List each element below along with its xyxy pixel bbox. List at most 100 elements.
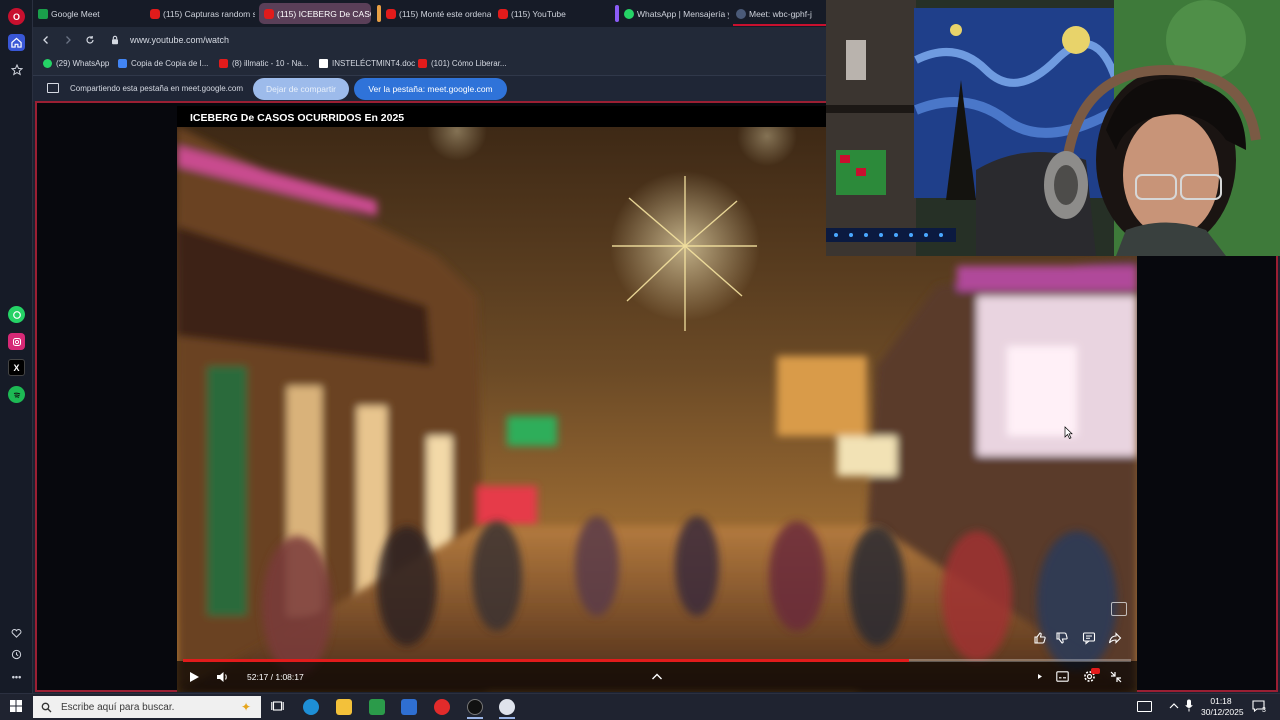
comments-icon[interactable] — [1082, 631, 1096, 645]
obs-icon[interactable] — [467, 699, 483, 715]
bookmark-doc[interactable]: INSTELÉCTMINT4.doc — [319, 59, 415, 68]
youtube-icon — [264, 8, 274, 19]
running-indicator — [499, 717, 515, 719]
chevron-up-tray-icon[interactable] — [1169, 702, 1179, 710]
bookmark-liberar[interactable]: (101) Cómo Liberar... — [418, 59, 507, 68]
google-meet-icon — [38, 8, 48, 19]
youtube-icon — [219, 59, 228, 68]
taskbar-search-box[interactable]: Escribe aquí para buscar. ✦ — [33, 696, 261, 718]
hd-badge — [1091, 668, 1100, 674]
whatsapp-icon — [43, 59, 52, 68]
stop-sharing-button[interactable]: Dejar de compartir — [253, 78, 349, 100]
url-text[interactable]: www.youtube.com/watch — [130, 35, 229, 45]
tab-monte[interactable]: (115) Monté este ordenad — [381, 3, 491, 24]
taskbar-clock[interactable]: 01:18 30/12/2025 — [1201, 696, 1244, 718]
tab-label: (115) Capturas random sin — [163, 8, 255, 19]
like-icon[interactable] — [1033, 631, 1047, 645]
tab-capturas[interactable]: (115) Capturas random sin — [145, 3, 255, 24]
running-indicator — [467, 717, 483, 719]
file-explorer-icon[interactable] — [336, 699, 352, 715]
play-icon[interactable] — [189, 671, 200, 683]
sharing-status-text: Compartiendo esta pestaña en meet.google… — [70, 84, 243, 93]
microphone-icon[interactable] — [1185, 699, 1193, 712]
home-icon[interactable] — [8, 34, 25, 51]
bookmark-label: Copia de Copia de I... — [131, 59, 209, 68]
chevron-up-icon[interactable] — [651, 672, 663, 681]
store-icon[interactable] — [369, 699, 385, 715]
bookmark-label: INSTELÉCTMINT4.doc — [332, 59, 416, 68]
search-icon — [41, 702, 52, 712]
tab-label: Google Meet — [51, 8, 100, 19]
star-icon[interactable] — [8, 61, 25, 78]
tab-sharing-indicator — [733, 24, 826, 26]
tab-whatsapp[interactable]: WhatsApp | Mensajería y — [619, 3, 729, 24]
screen-share-icon — [47, 83, 59, 93]
address-bar: www.youtube.com/watch — [33, 27, 826, 54]
dislike-icon[interactable] — [1055, 631, 1069, 645]
tab-google-meet[interactable]: Google Meet — [33, 3, 141, 24]
mail-icon[interactable] — [401, 699, 417, 715]
autoplay-icon[interactable] — [1036, 672, 1044, 681]
tab-iceberg[interactable]: (115) ICEBERG De CASOS × — [259, 3, 371, 24]
tab-label: Meet: wbc-gphf-j — [749, 8, 812, 19]
tab-youtube[interactable]: (115) YouTube — [493, 3, 611, 24]
whatsapp-icon[interactable] — [8, 306, 25, 323]
browser-sidebar: O X ••• — [0, 0, 33, 693]
search-placeholder: Escribe aquí para buscar. — [61, 701, 175, 713]
video-title[interactable]: ICEBERG De CASOS OCURRIDOS En 2025 — [190, 112, 404, 124]
spotify-icon[interactable] — [8, 386, 25, 403]
lock-icon[interactable] — [111, 35, 119, 45]
x-twitter-icon[interactable]: X — [8, 359, 25, 376]
progress-track[interactable] — [183, 659, 1131, 662]
bookmark-whatsapp[interactable]: (29) WhatsApp — [43, 59, 109, 68]
notification-count: 3 — [1262, 707, 1266, 714]
tab-label: (115) ICEBERG De CASOS — [277, 8, 371, 19]
whatsapp-icon — [624, 8, 634, 19]
bookmark-label: (8) illmatic - 10 - Na... — [232, 59, 309, 68]
more-icon[interactable]: ••• — [8, 668, 25, 685]
bookmark-label: (101) Cómo Liberar... — [431, 59, 507, 68]
youtube-icon — [418, 59, 427, 68]
docs-icon — [118, 59, 127, 68]
history-icon[interactable] — [8, 646, 25, 663]
document-icon — [319, 59, 328, 68]
edge-icon[interactable] — [303, 699, 319, 715]
windows-start-icon[interactable] — [10, 700, 22, 712]
volume-icon[interactable] — [216, 671, 229, 683]
subtitles-icon[interactable] — [1056, 671, 1069, 682]
youtube-icon — [386, 8, 396, 19]
channel-watermark-icon — [1111, 602, 1127, 616]
instagram-icon[interactable] — [8, 333, 25, 350]
opera-logo-icon[interactable]: O — [8, 8, 25, 25]
heart-icon[interactable] — [8, 625, 25, 642]
search-highlight-icon: ✦ — [240, 700, 251, 714]
view-tab-button[interactable]: Ver la pestaña: meet.google.com — [354, 78, 507, 100]
webcam-overlay — [826, 0, 1280, 256]
video-title-bar: ICEBERG De CASOS OCURRIDOS En 2025 — [177, 106, 826, 127]
reload-icon[interactable] — [85, 35, 95, 45]
bookmark-copia[interactable]: Copia de Copia de I... — [118, 59, 208, 68]
clock-date: 30/12/2025 — [1201, 707, 1244, 717]
clock-time: 01:18 — [1210, 696, 1232, 706]
forward-icon[interactable] — [63, 35, 73, 45]
task-view-icon[interactable] — [271, 700, 284, 712]
keyboard-icon[interactable] — [1137, 701, 1152, 712]
opera-icon[interactable] — [434, 699, 450, 715]
exit-fullscreen-icon[interactable] — [1110, 671, 1122, 683]
time-display: 52:17 / 1:08:17 — [247, 672, 304, 682]
share-icon[interactable] — [1108, 631, 1122, 645]
tab-meet[interactable]: Meet: wbc-gphf-j — [731, 3, 826, 24]
back-icon[interactable] — [41, 35, 51, 45]
meet-icon — [736, 8, 746, 19]
bookmark-illmatic[interactable]: (8) illmatic - 10 - Na... — [219, 59, 308, 68]
tab-strip: Google Meet (115) Capturas random sin (1… — [33, 0, 826, 27]
progress-fill — [183, 659, 910, 662]
tab-label: (115) Monté este ordenad — [399, 8, 491, 19]
bookmarks-bar: (29) WhatsApp Copia de Copia de I... (8)… — [33, 54, 826, 76]
app-icon[interactable] — [499, 699, 515, 715]
mouse-cursor-icon — [1064, 426, 1073, 439]
webcam-image — [826, 0, 1280, 256]
youtube-icon — [498, 8, 508, 19]
bookmark-label: (29) WhatsApp — [56, 59, 110, 68]
tab-label: (115) YouTube — [511, 8, 566, 19]
